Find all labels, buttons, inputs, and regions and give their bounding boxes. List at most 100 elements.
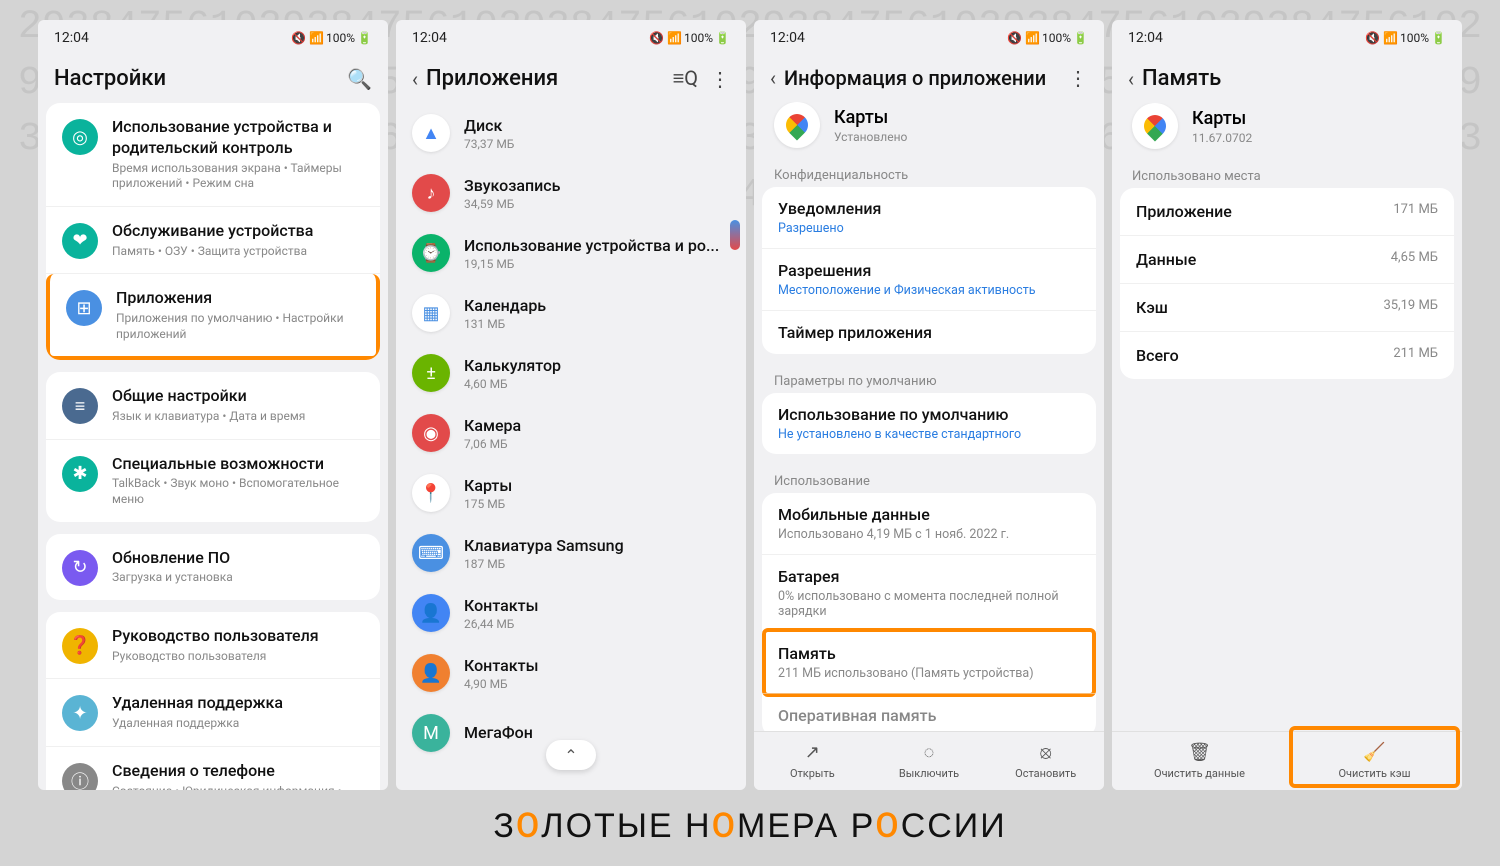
bottom-bar: ↗Открыть ◌Выключить ⦻Остановить	[754, 731, 1104, 790]
app-icon: ⌚	[412, 234, 450, 272]
row-title: Использование устройства и родительский …	[112, 117, 364, 159]
app-icon: M	[412, 714, 450, 752]
app-name: Калькулятор	[464, 356, 730, 375]
row-app-timer[interactable]: Таймер приложения	[762, 310, 1096, 354]
bottom-bar: 🗑Очистить данные 🧹Очистить кэш	[1112, 731, 1462, 790]
row-default-usage[interactable]: Использование по умолчаниюНе установлено…	[762, 393, 1096, 454]
app-name: Контакты	[464, 596, 730, 615]
row-icon: ⓘ	[62, 763, 98, 790]
row-mobile-data[interactable]: Мобильные данныеИспользовано 4,19 МБ с 1…	[762, 493, 1096, 554]
row-title: Приложения	[116, 288, 360, 309]
back-icon[interactable]: ‹	[1128, 67, 1134, 91]
storage-value: 171 МБ	[1393, 202, 1438, 221]
row-title: Обслуживание устройства	[112, 221, 364, 242]
row-title: Общие настройки	[112, 386, 364, 407]
storage-label: Приложение	[1136, 202, 1232, 221]
app-row[interactable]: 👤 Контакты 26,44 МБ	[396, 583, 746, 643]
open-icon: ↗	[805, 742, 820, 763]
back-icon[interactable]: ‹	[412, 67, 418, 91]
app-name: Использование устройства и ро...	[464, 236, 730, 255]
section-used: Использовано места	[1120, 161, 1454, 188]
row-subtitle: Время использования экрана • Таймеры при…	[112, 161, 364, 192]
app-icon: ⌨	[412, 534, 450, 572]
storage-row: Приложение 171 МБ	[1120, 188, 1454, 235]
app-name: Карты	[834, 107, 907, 128]
status-bar: 12:04 🔇 📶 100%🔋	[754, 20, 1104, 50]
content: Карты Установлено Конфиденциальность Уве…	[754, 102, 1104, 731]
app-row[interactable]: 📍 Карты 175 МБ	[396, 463, 746, 523]
more-icon[interactable]: ⋮	[710, 67, 730, 91]
row-memory[interactable]: Память211 МБ использовано (Память устрой…	[762, 631, 1096, 693]
header: Настройки 🔍	[38, 50, 388, 103]
back-icon[interactable]: ‹	[770, 66, 776, 90]
row-permissions[interactable]: РазрешенияМестоположение и Физическая ак…	[762, 248, 1096, 310]
screen-memory: 12:04 🔇 📶 100%🔋 ‹ Память Карты 11.67.070…	[1112, 20, 1462, 790]
app-row[interactable]: ▦ Календарь 131 МБ	[396, 283, 746, 343]
storage-row: Всего211 МБ	[1120, 331, 1454, 379]
search-icon[interactable]: 🔍	[347, 67, 372, 91]
row-title: Специальные возможности	[112, 454, 364, 475]
status-right: 🔇 📶 100%🔋	[1365, 31, 1446, 45]
scroll-indicator[interactable]	[730, 220, 740, 250]
stop-button[interactable]: ⦻Остановить	[987, 732, 1104, 790]
scroll-top-button[interactable]: ⌃	[546, 740, 596, 770]
off-icon: ◌	[924, 742, 935, 763]
app-row[interactable]: ⌨ Клавиатура Samsung 187 МБ	[396, 523, 746, 583]
row-notifications[interactable]: УведомленияРазрешено	[762, 187, 1096, 248]
settings-row[interactable]: ↻ Обновление ПО Загрузка и установка	[46, 534, 380, 600]
row-subtitle: Язык и клавиатура • Дата и время	[112, 409, 364, 425]
app-row[interactable]: ± Калькулятор 4,60 МБ	[396, 343, 746, 403]
row-battery[interactable]: Батарея0% использовано с момента последн…	[762, 554, 1096, 631]
settings-row[interactable]: ⓘ Сведения о телефоне Состояние • Юридич…	[46, 747, 380, 790]
turn-off-button[interactable]: ◌Выключить	[871, 732, 988, 790]
app-row[interactable]: 👤 Контакты 4,90 МБ	[396, 643, 746, 703]
stop-icon: ⦻	[1040, 742, 1052, 763]
row-icon: ≡	[62, 388, 98, 424]
row-title: Сведения о телефоне	[112, 761, 364, 782]
app-name: МегаФон	[464, 723, 730, 742]
app-size: 7,06 МБ	[464, 437, 730, 451]
app-size: 73,37 МБ	[464, 137, 730, 151]
header: ‹ Приложения ≡Q ⋮	[396, 50, 746, 103]
status-right: 🔇 📶 100%🔋	[649, 31, 730, 45]
section-confidentiality: Конфиденциальность	[762, 160, 1096, 187]
app-row[interactable]: ♪ Звукозапись 34,59 МБ	[396, 163, 746, 223]
page-title: Память	[1142, 66, 1446, 91]
app-header: Карты 11.67.0702	[1120, 103, 1454, 161]
status-time: 12:04	[770, 30, 805, 46]
clear-cache-button[interactable]: 🧹Очистить кэш	[1287, 732, 1462, 790]
settings-row[interactable]: ≡ Общие настройки Язык и клавиатура • Да…	[46, 372, 380, 439]
header: ‹ Информация о приложении ⋮	[754, 50, 1104, 102]
row-subtitle: Руководство пользователя	[112, 649, 364, 665]
app-name: Звукозапись	[464, 176, 730, 195]
status-bar: 12:04 🔇 📶 100%🔋	[38, 20, 388, 50]
settings-row[interactable]: ◎ Использование устройства и родительски…	[46, 103, 380, 207]
open-button[interactable]: ↗Открыть	[754, 732, 871, 790]
clear-data-button[interactable]: 🗑Очистить данные	[1112, 732, 1287, 790]
app-row[interactable]: ▲ Диск 73,37 МБ	[396, 103, 746, 163]
storage-label: Кэш	[1136, 298, 1168, 317]
row-title: Руководство пользователя	[112, 626, 364, 647]
app-name: Карты	[464, 476, 730, 495]
status-time: 12:04	[1128, 30, 1163, 46]
row-icon: ↻	[62, 550, 98, 586]
settings-row[interactable]: ❤ Обслуживание устройства Память • ОЗУ •…	[46, 207, 380, 274]
row-ram-cut[interactable]: Оперативная память	[762, 693, 1096, 731]
more-icon[interactable]: ⋮	[1068, 66, 1088, 90]
settings-row[interactable]: ⊞ Приложения Приложения по умолчанию • Н…	[46, 274, 380, 360]
settings-row[interactable]: ❓ Руководство пользователя Руководство п…	[46, 612, 380, 679]
app-row[interactable]: ◉ Камера 7,06 МБ	[396, 403, 746, 463]
app-size: 4,60 МБ	[464, 377, 730, 391]
settings-row[interactable]: ✱ Специальные возможности TalkBack • Зву…	[46, 440, 380, 522]
settings-row[interactable]: ✦ Удаленная поддержка Удаленная поддержк…	[46, 679, 380, 746]
storage-label: Данные	[1136, 250, 1196, 269]
filter-icon[interactable]: ≡Q	[673, 66, 698, 91]
row-icon: ❓	[62, 628, 98, 664]
app-size: 187 МБ	[464, 557, 730, 571]
app-row[interactable]: ⌚ Использование устройства и ро... 19,15…	[396, 223, 746, 283]
app-name: Клавиатура Samsung	[464, 536, 730, 555]
storage-label: Всего	[1136, 346, 1179, 365]
status-bar: 12:04 🔇 📶 100%🔋	[1112, 20, 1462, 50]
app-icon: ♪	[412, 174, 450, 212]
app-name: Камера	[464, 416, 730, 435]
